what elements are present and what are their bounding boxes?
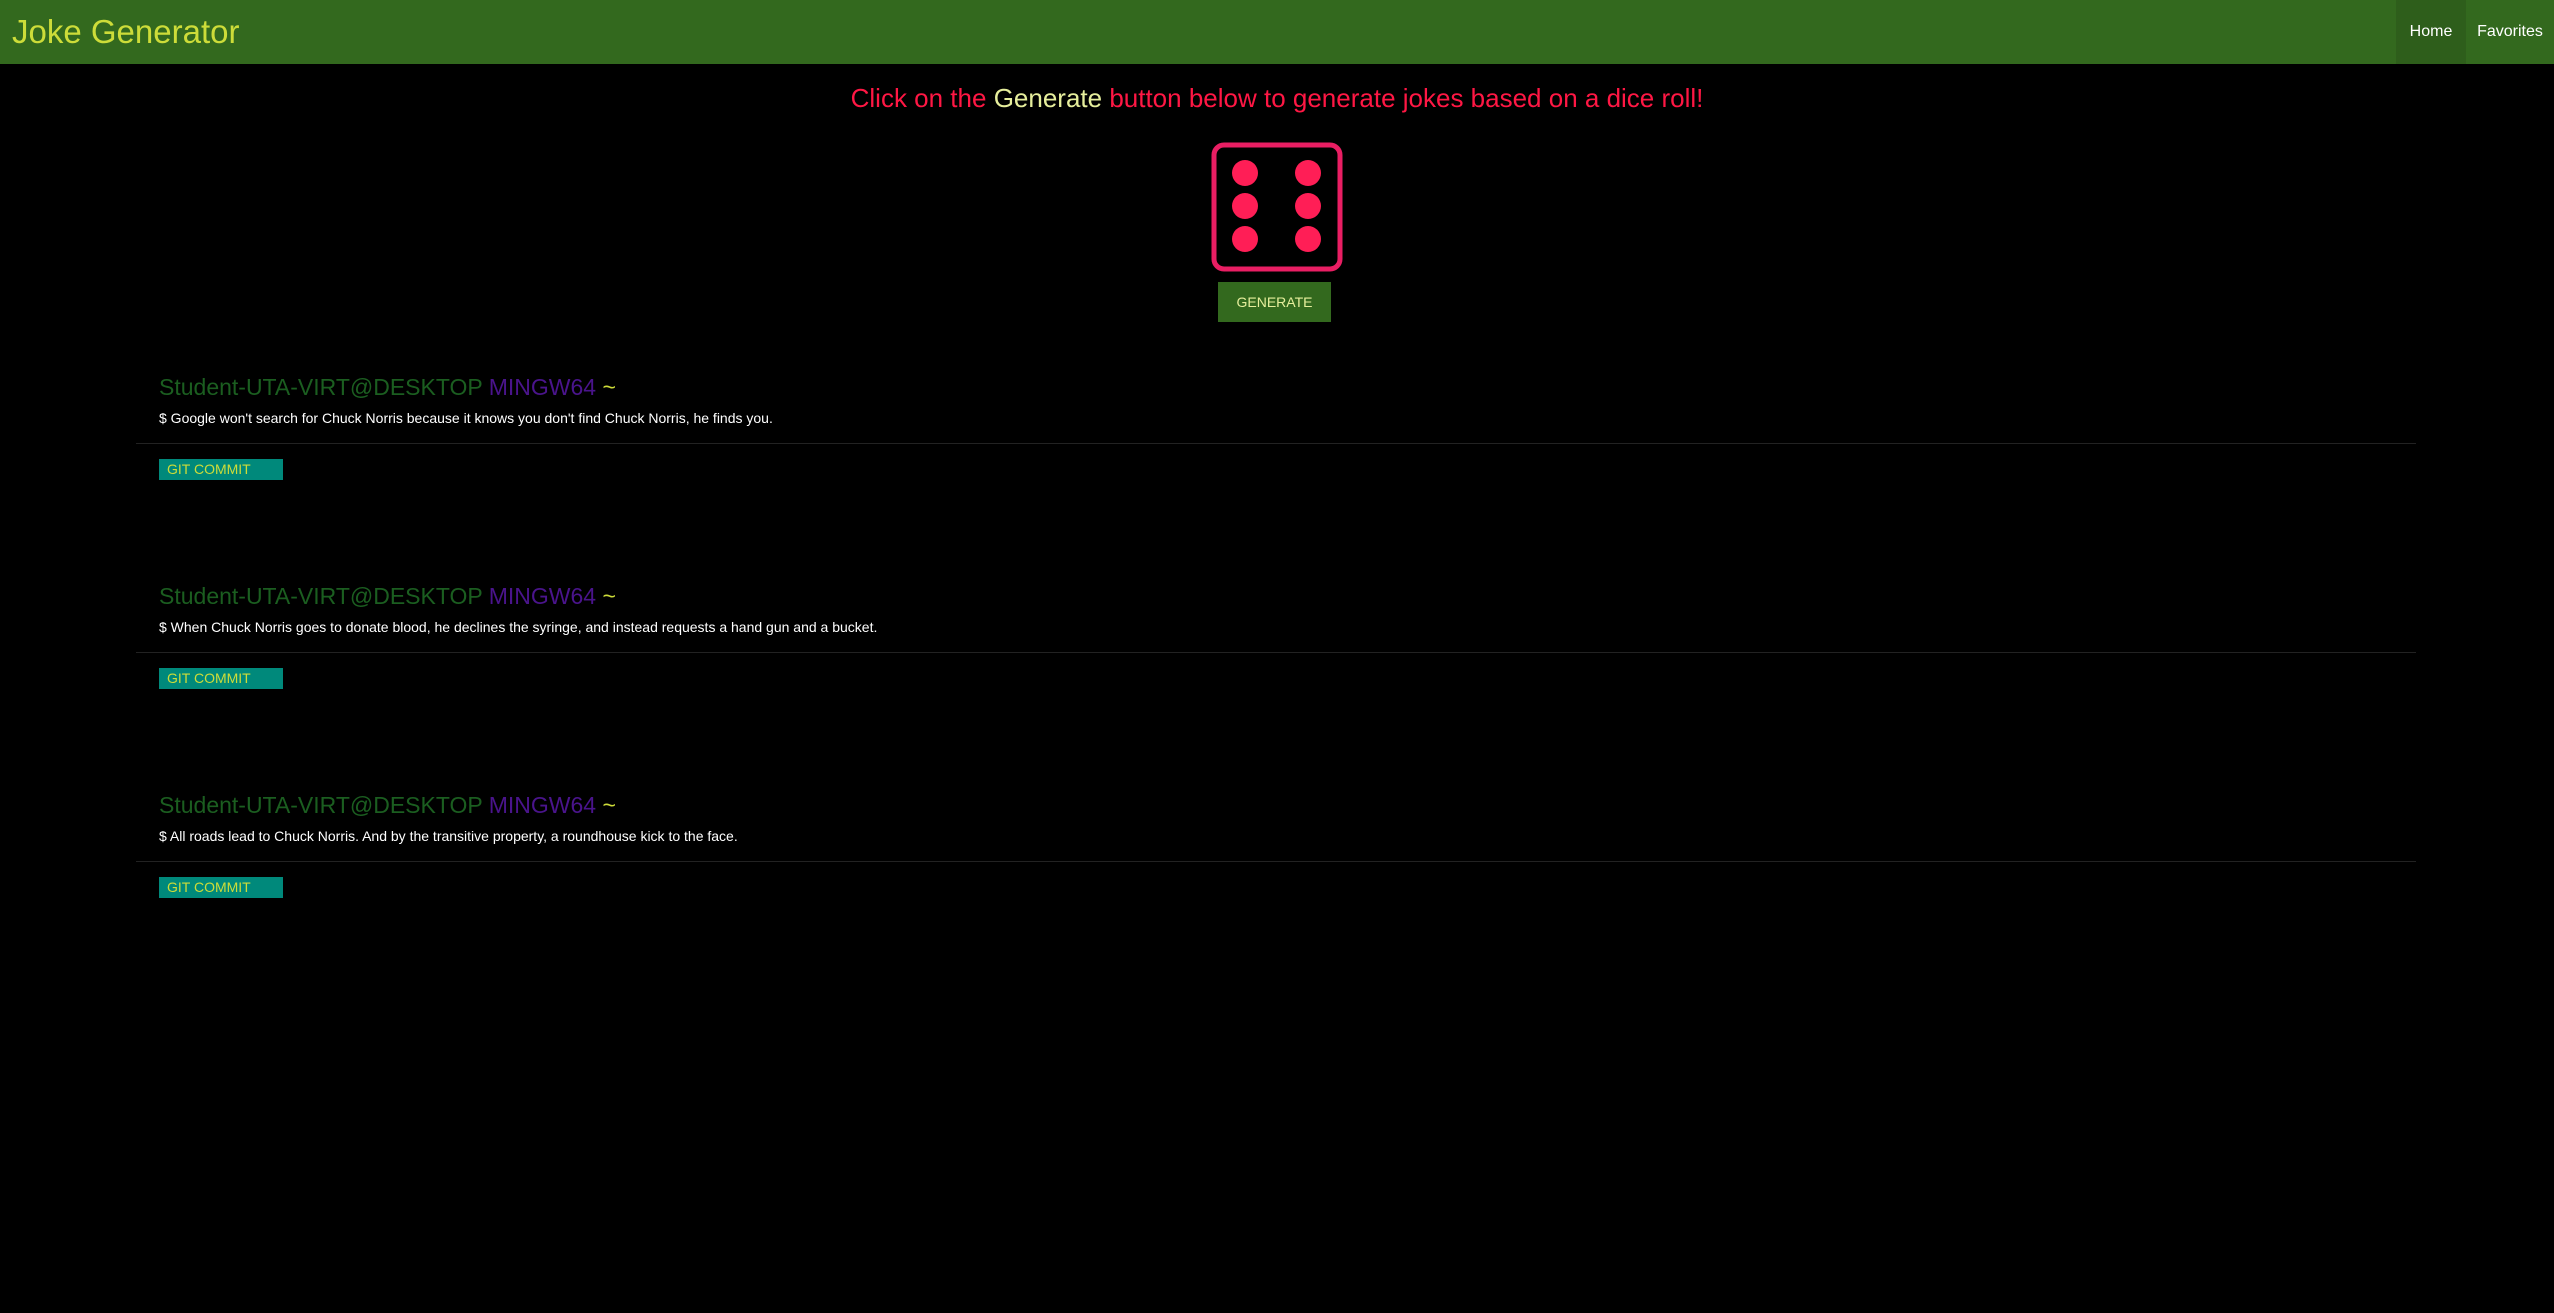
nav-links: Home Favorites: [2396, 0, 2554, 64]
terminal-prompt: Student-UTA-VIRT@DESKTOP MINGW64 ~: [159, 790, 616, 820]
joke-card: Student-UTA-VIRT@DESKTOP MINGW64 ~ $ All…: [136, 790, 2416, 950]
terminal-prompt: Student-UTA-VIRT@DESKTOP MINGW64 ~: [159, 372, 616, 402]
joke-list: Student-UTA-VIRT@DESKTOP MINGW64 ~ $ Goo…: [136, 0, 2416, 1313]
prompt-tilde: ~: [602, 792, 616, 818]
git-commit-button[interactable]: GIT COMMIT: [159, 459, 283, 480]
joke-card: Student-UTA-VIRT@DESKTOP MINGW64 ~ $ Whe…: [136, 581, 2416, 741]
divider: [136, 652, 2416, 653]
joke-text: $ All roads lead to Chuck Norris. And by…: [159, 828, 738, 844]
terminal-prompt: Student-UTA-VIRT@DESKTOP MINGW64 ~: [159, 581, 616, 611]
joke-text: $ Google won't search for Chuck Norris b…: [159, 410, 773, 426]
git-commit-button[interactable]: GIT COMMIT: [159, 877, 283, 898]
prompt-tilde: ~: [602, 374, 616, 400]
prompt-host: MINGW64: [488, 583, 597, 609]
prompt-user: Student-UTA-VIRT@DESKTOP: [159, 374, 483, 400]
prompt-host: MINGW64: [488, 792, 597, 818]
prompt-tilde: ~: [602, 583, 616, 609]
divider: [136, 861, 2416, 862]
prompt-user: Student-UTA-VIRT@DESKTOP: [159, 583, 483, 609]
divider: [136, 443, 2416, 444]
git-commit-button[interactable]: GIT COMMIT: [159, 668, 283, 689]
prompt-host: MINGW64: [488, 374, 597, 400]
prompt-user: Student-UTA-VIRT@DESKTOP: [159, 792, 483, 818]
joke-text: $ When Chuck Norris goes to donate blood…: [159, 619, 878, 635]
joke-card: Student-UTA-VIRT@DESKTOP MINGW64 ~ $ Goo…: [136, 372, 2416, 532]
nav-link-favorites[interactable]: Favorites: [2466, 0, 2554, 64]
